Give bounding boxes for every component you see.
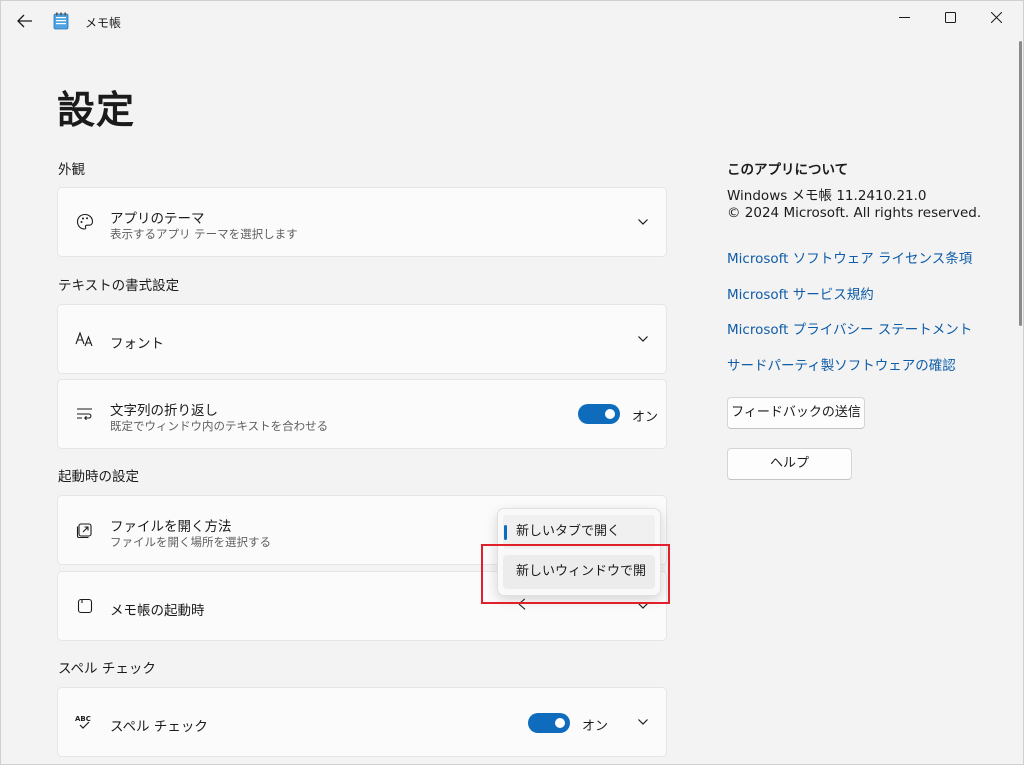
maximize-icon: [944, 11, 956, 23]
spell-toggle-label: オン: [582, 719, 609, 734]
section-spell-check: スペル チェック: [58, 661, 156, 677]
minimize-icon: [898, 16, 910, 18]
help-button[interactable]: ヘルプ: [727, 448, 852, 480]
spell-check-toggle[interactable]: [528, 713, 570, 733]
license-terms-link[interactable]: Microsoft ソフトウェア ライセンス条項: [727, 247, 972, 267]
text-wrap-icon: [74, 403, 96, 425]
startup-title: メモ帳の起動時: [110, 603, 205, 619]
app-title: メモ帳: [85, 16, 122, 30]
service-agreement-link[interactable]: Microsoft サービス規約: [727, 283, 874, 303]
about-title: このアプリについて: [727, 162, 849, 178]
send-feedback-button[interactable]: フィードバックの送信: [727, 397, 865, 429]
minimize-button[interactable]: [881, 1, 927, 33]
word-wrap-toggle[interactable]: [578, 404, 620, 424]
option-label: 新しいタブで開く: [516, 524, 621, 539]
maximize-button[interactable]: [927, 1, 973, 33]
spell-check-icon: ABC: [74, 711, 96, 733]
page-title: 設定: [57, 88, 136, 132]
about-version: Windows メモ帳 11.2410.21.0: [727, 188, 927, 204]
wrap-subtitle: 既定でウィンドウ内のテキストを合わせる: [110, 419, 329, 433]
wrap-toggle-label: オン: [632, 410, 659, 425]
scrollbar[interactable]: [1019, 41, 1022, 326]
close-icon: [990, 11, 1002, 23]
open-file-subtitle: ファイルを開く場所を選択する: [110, 535, 271, 549]
section-appearance: 外観: [58, 162, 85, 178]
open-in-new-icon: [74, 519, 96, 541]
theme-card[interactable]: アプリのテーマ 表示するアプリ テーマを選択します: [57, 187, 667, 257]
close-button[interactable]: [973, 1, 1019, 33]
third-party-software-link[interactable]: サードパーティ製ソフトウェアの確認: [727, 354, 956, 374]
chevron-down-icon[interactable]: [636, 215, 650, 229]
title-bar: メモ帳: [1, 1, 1024, 41]
spell-title: スペル チェック: [110, 719, 208, 735]
notepad-settings-window: メモ帳 設定 外観 アプリのテーマ 表示するアプリ テーマを選択します テキスト…: [0, 0, 1024, 765]
word-wrap-card: 文字列の折り返し 既定でウィンドウ内のテキストを合わせる オン: [57, 379, 667, 449]
about-copyright: © 2024 Microsoft. All rights reserved.: [727, 205, 982, 221]
font-icon: [74, 328, 96, 350]
section-text-format: テキストの書式設定: [58, 278, 180, 294]
chevron-down-icon[interactable]: [636, 715, 650, 729]
selection-indicator: [504, 525, 507, 540]
wrap-title: 文字列の折り返し: [110, 403, 218, 419]
arrow-left-icon: [17, 14, 32, 28]
spell-check-card[interactable]: ABC スペル チェック オン: [57, 687, 667, 757]
chevron-down-icon[interactable]: [636, 332, 650, 346]
theme-title: アプリのテーマ: [110, 211, 205, 227]
section-startup: 起動時の設定: [58, 469, 139, 485]
toggle-knob: [555, 718, 565, 728]
palette-icon: [74, 211, 96, 233]
font-title: フォント: [110, 336, 164, 352]
notepad-window-icon: [74, 595, 96, 617]
theme-subtitle: 表示するアプリ テーマを選択します: [110, 227, 298, 241]
notepad-app-icon: [53, 12, 69, 30]
open-file-title: ファイルを開く方法: [110, 519, 232, 535]
font-card[interactable]: フォント: [57, 304, 667, 374]
annotation-highlight-box: [481, 544, 670, 604]
privacy-statement-link[interactable]: Microsoft プライバシー ステートメント: [727, 318, 972, 338]
back-button[interactable]: [9, 7, 41, 35]
toggle-knob: [605, 409, 615, 419]
